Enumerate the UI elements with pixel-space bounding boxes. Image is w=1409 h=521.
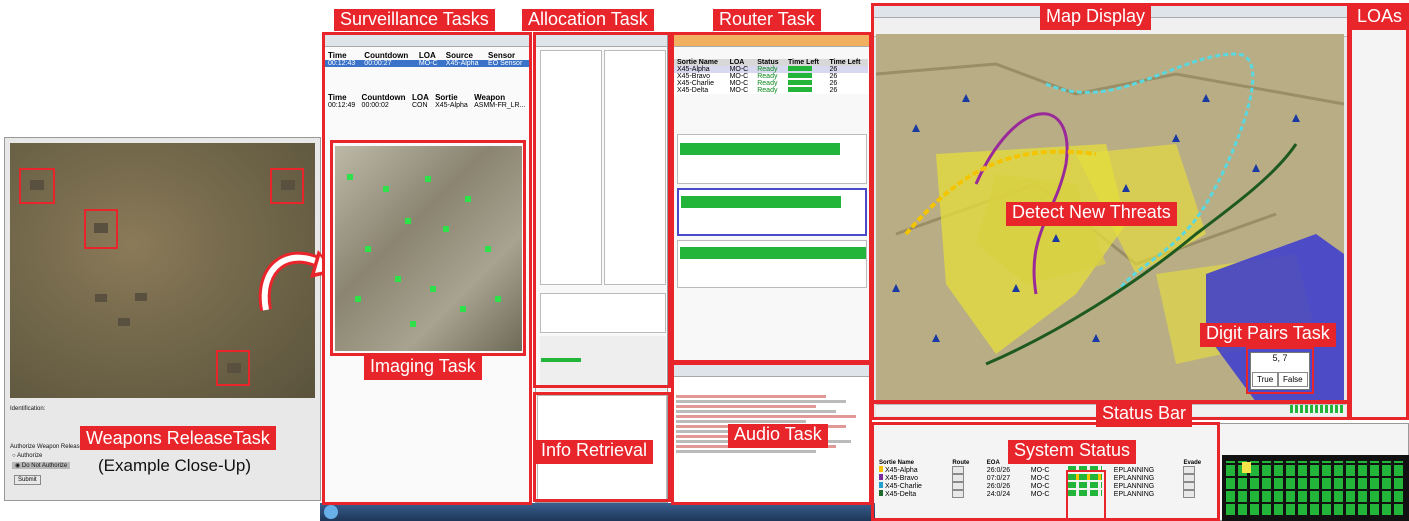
example-closeup-caption: (Example Close-Up) — [98, 456, 252, 475]
vehicle-mark — [135, 293, 147, 301]
digit-pairs-highlight — [1246, 347, 1314, 394]
info-retrieval-label: Info Retrieval — [535, 440, 654, 464]
map-display-label: Map Display — [1040, 6, 1152, 30]
allocation-task-label: Allocation Task — [522, 9, 654, 31]
allocation-highlight — [533, 32, 671, 388]
start-button[interactable] — [324, 505, 338, 519]
vehicle-mark — [281, 180, 295, 190]
vehicle-mark — [95, 294, 107, 302]
authorize-radio[interactable]: ○ Authorize — [12, 453, 42, 459]
loa-highlight — [1349, 3, 1409, 420]
imaging-task-label: Imaging Task — [364, 356, 482, 380]
weapons-release-task-label: Weapons ReleaseTask — [80, 426, 276, 450]
status-indicator-highlight — [1066, 470, 1106, 521]
vehicle-mark — [227, 363, 241, 373]
audio-task-label: Audio Task — [728, 424, 828, 448]
windows-taskbar — [320, 503, 875, 521]
detect-threats-label: Detect New Threats — [1006, 202, 1177, 226]
identification-label: Identification: — [10, 406, 46, 412]
vehicle-mark — [94, 223, 108, 233]
authorize-question: Authorize Weapon Release? — [10, 444, 87, 450]
do-not-authorize-radio[interactable]: ◉ Do Not Authorize — [12, 462, 71, 469]
status-bar-label: Status Bar — [1096, 403, 1193, 427]
router-highlight — [671, 32, 872, 363]
router-task-label: Router Task — [713, 9, 821, 31]
digit-pairs-label: Digit Pairs Task — [1200, 323, 1336, 347]
vehicle-mark — [118, 318, 130, 326]
status-grid-alert — [1242, 462, 1251, 473]
system-status-highlight — [871, 422, 1220, 521]
surveillance-tasks-label: Surveillance Tasks — [334, 9, 495, 31]
loas-label: LOAs — [1351, 6, 1409, 30]
submit-button[interactable]: Submit — [14, 475, 41, 485]
system-status-label: System Status — [1008, 440, 1137, 464]
vehicle-mark — [30, 180, 44, 190]
imaging-highlight — [330, 140, 526, 356]
